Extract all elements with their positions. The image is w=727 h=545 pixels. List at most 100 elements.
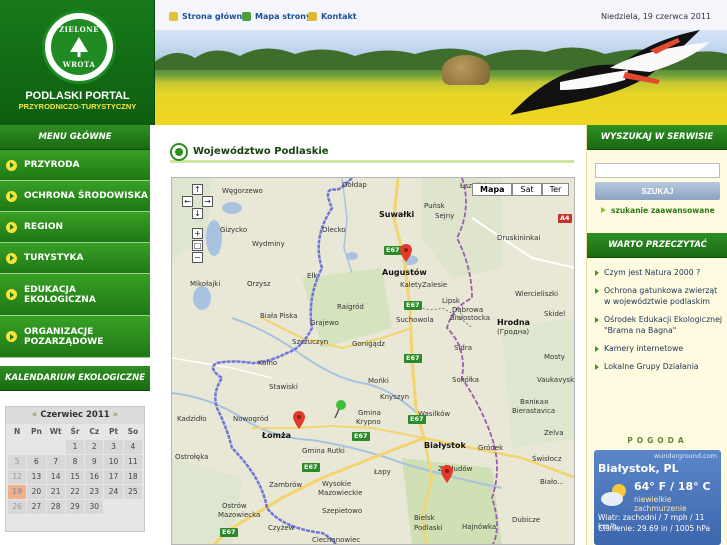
recommended-link[interactable]: Czym jest Natura 2000 ? [595, 267, 725, 278]
zoom-out-icon[interactable]: − [192, 252, 203, 263]
map-marker-icon[interactable] [400, 244, 412, 262]
map-place-label: Orzysz [247, 280, 271, 288]
calendar-day[interactable]: 28 [46, 500, 65, 514]
google-map[interactable]: WęgorzewoGołdapŁazdijaiSuwałkiPuńskSejny… [171, 177, 575, 545]
recommended-link[interactable]: Lokalne Grupy Działania [595, 361, 725, 372]
map-type-button[interactable]: Ter [541, 183, 570, 196]
calendar-day[interactable]: 14 [46, 470, 65, 484]
menu-item-label-line: OCHRONA ŚRODOWISKA [24, 191, 148, 201]
pan-up-icon[interactable]: ↑ [192, 184, 203, 195]
calendar-weekday: Pt [109, 427, 119, 436]
pan-left-icon[interactable]: ← [182, 196, 193, 207]
map-place-label: Mikołajki [190, 280, 221, 288]
calendar-day[interactable]: 16 [85, 470, 104, 484]
calendar-weekday: Wt [49, 427, 62, 436]
pan-down-icon[interactable]: ↓ [192, 208, 203, 219]
calendar-day[interactable]: 13 [27, 470, 46, 484]
calendar-prev-button[interactable]: « [32, 410, 38, 420]
calendar-day[interactable]: 7 [46, 455, 65, 469]
calendar-day[interactable]: 29 [65, 500, 85, 514]
sitemap-icon [242, 12, 251, 21]
arrow-right-icon [6, 159, 17, 171]
calendar-day[interactable]: 27 [27, 500, 46, 514]
menu-item-label-line: TURYSTYKA [24, 253, 84, 263]
zoom-reset-icon[interactable]: □ [192, 240, 203, 251]
calendar-day[interactable]: 15 [65, 470, 85, 484]
calendar-day[interactable]: 12 [8, 470, 27, 484]
calendar-day[interactable]: 30 [85, 500, 104, 514]
calendar-day[interactable]: 18 [123, 470, 142, 484]
search-input[interactable] [595, 163, 720, 178]
calendar-day[interactable]: 21 [46, 485, 65, 499]
menu-item[interactable]: OCHRONA ŚRODOWISKA [0, 181, 150, 212]
menu-item-label: ORGANIZACJE POZARZĄDOWE [24, 327, 103, 347]
calendar-next-button[interactable]: » [113, 410, 119, 420]
arrow-right-icon [6, 331, 17, 342]
menu-item[interactable]: REGION [0, 212, 150, 243]
menu-item-label: PRZYRODA [24, 160, 80, 170]
road-shield: E67 [220, 528, 238, 537]
calendar-day[interactable]: 2 [85, 440, 104, 454]
map-place-label: Gródek [478, 444, 504, 452]
map-place-label: Ełk [307, 272, 318, 280]
map-marker-icon[interactable] [441, 465, 453, 483]
calendar-day[interactable]: 25 [123, 485, 142, 499]
calendar-day[interactable]: 20 [27, 485, 46, 499]
header-banner: Strona główna Mapa strony Kontakt Niedzi… [155, 0, 727, 125]
main-content: Województwo Podlaskie Węgorzewo Gołdap S… [150, 125, 586, 545]
menu-item[interactable]: ORGANIZACJE POZARZĄDOWE [0, 316, 150, 358]
calendar-day[interactable]: 5 [8, 455, 27, 469]
arrow-right-icon [601, 207, 606, 213]
map-place-label: Hrodna [497, 318, 530, 327]
logo-area[interactable]: ZIELONE WROTA PODLASKI PORTAL PRZYRODNIC… [0, 0, 155, 125]
calendar-day[interactable]: 3 [104, 440, 123, 454]
calendar-day[interactable]: 6 [27, 455, 46, 469]
nav-sitemap-link[interactable]: Mapa strony [242, 12, 311, 21]
calendar-day[interactable]: 8 [65, 455, 85, 469]
arrow-right-icon [6, 221, 17, 233]
green-pushpin-icon[interactable] [333, 400, 347, 418]
map-type-button[interactable]: Sat [512, 183, 542, 196]
arrow-right-icon [6, 252, 17, 264]
calendar-day[interactable]: 26 [8, 500, 27, 514]
calendar-day[interactable]: 11 [123, 455, 142, 469]
calendar-day[interactable]: 4 [123, 440, 142, 454]
nav-sitemap-label: Mapa strony [255, 12, 312, 21]
map-place-label: Puńsk [424, 202, 445, 210]
logo[interactable]: ZIELONE WROTA [42, 10, 116, 84]
map-place-label: Sejny [435, 212, 455, 220]
recommended-link[interactable]: Ośrodek Edukacji Ekologicznej "Brama na … [595, 314, 725, 336]
calendar-day[interactable]: 1 [65, 440, 85, 454]
advanced-search-link[interactable]: szukanie zaawansowane [611, 206, 715, 215]
menu-item[interactable]: TURYSTYKA [0, 243, 150, 274]
leaf-logo-icon [170, 142, 188, 161]
calendar-day[interactable]: 24 [104, 485, 123, 499]
map-place-label: Dubicze [512, 516, 541, 524]
menu-item[interactable]: EDUKACJA EKOLOGICZNA [0, 274, 150, 316]
zoom-in-icon[interactable]: + [192, 228, 203, 239]
map-place-label: Białostocka [450, 314, 491, 322]
map-place-label: Olecko [322, 226, 346, 234]
calendar-day [47, 440, 65, 454]
calendar-day[interactable]: 9 [85, 455, 104, 469]
map-marker-icon[interactable] [293, 411, 305, 429]
menu-item[interactable]: PRZYRODA [0, 150, 150, 181]
nav-home-link[interactable]: Strona główna [169, 12, 248, 21]
weather-widget[interactable]: wunderground.com Białystok, PL 64° F / 1… [594, 450, 721, 545]
search-button[interactable]: SZUKAJ [595, 182, 720, 200]
calendar-day[interactable]: 17 [104, 470, 123, 484]
calendar-day[interactable]: 22 [65, 485, 85, 499]
recommended-link[interactable]: Ochrona gatunkowa zwierząt w województwi… [595, 285, 725, 307]
menu-item-label-line: POZARZĄDOWE [24, 336, 104, 347]
recommended-link[interactable]: Kamery internetowe [595, 343, 725, 354]
pan-right-icon[interactable]: → [202, 196, 213, 207]
mail-icon [308, 12, 317, 21]
calendar-today[interactable]: 19 [8, 485, 27, 499]
map-place-label: Łapy [374, 468, 391, 476]
calendar-weekday: Śr [70, 427, 80, 436]
calendar-day[interactable]: 23 [85, 485, 104, 499]
map-type-button[interactable]: Mapa [472, 183, 513, 196]
nav-contact-link[interactable]: Kontakt [308, 12, 357, 21]
calendar-day[interactable]: 10 [104, 455, 123, 469]
map-place-label: Krypno [356, 418, 381, 426]
